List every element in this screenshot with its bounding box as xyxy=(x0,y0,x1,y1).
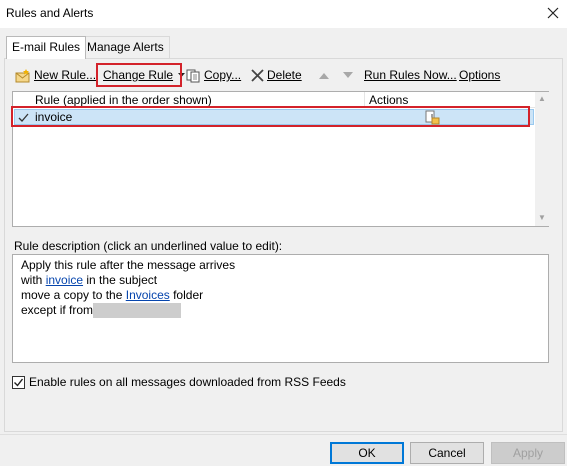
change-rule-highlight xyxy=(96,63,182,87)
column-header-actions[interactable]: Actions xyxy=(369,93,408,107)
rule-description-box: Apply this rule after the message arrive… xyxy=(12,254,549,363)
checkmark-icon xyxy=(14,378,24,387)
rule-row-highlight xyxy=(11,106,530,127)
delete-label: Delete xyxy=(267,68,302,82)
rss-rules-label: Enable rules on all messages downloaded … xyxy=(29,375,346,389)
rss-rules-option[interactable]: Enable rules on all messages downloaded … xyxy=(12,375,346,390)
options-label: Options xyxy=(459,68,501,82)
redacted-sender xyxy=(93,303,182,318)
subject-keyword-link[interactable]: invoice xyxy=(46,273,83,287)
tab-email-rules[interactable]: E-mail Rules xyxy=(6,36,87,59)
folder-link[interactable]: Invoices xyxy=(126,288,170,302)
description-text: with xyxy=(21,273,46,287)
description-line-2: with invoice in the subject xyxy=(21,273,548,288)
move-up-button[interactable] xyxy=(319,66,329,84)
rules-list-scrollbar[interactable]: ▲ ▼ xyxy=(535,92,549,226)
close-button[interactable] xyxy=(540,2,566,24)
description-text: except if from xyxy=(21,303,94,317)
delete-icon xyxy=(251,69,264,82)
ok-button[interactable]: OK xyxy=(330,442,404,464)
scroll-down-icon[interactable]: ▼ xyxy=(538,213,546,222)
title-bar: Rules and Alerts xyxy=(0,0,567,28)
description-text: move a copy to the xyxy=(21,288,126,302)
description-text: in the subject xyxy=(83,273,158,287)
description-text: folder xyxy=(169,288,204,302)
tab-manage-alerts[interactable]: Manage Alerts xyxy=(81,36,170,58)
cancel-button[interactable]: Cancel xyxy=(410,442,484,464)
rss-rules-checkbox[interactable] xyxy=(12,376,25,390)
copy-button[interactable]: Copy... xyxy=(186,66,241,84)
copy-label: Copy... xyxy=(204,68,242,82)
dialog-footer: OK Cancel Apply xyxy=(0,434,567,466)
run-rules-now-label: Run Rules Now... xyxy=(364,68,457,82)
rule-description-label: Rule description (click an underlined va… xyxy=(14,239,283,253)
column-header-rule[interactable]: Rule (applied in the order shown) xyxy=(35,93,212,107)
window-title: Rules and Alerts xyxy=(6,6,94,20)
move-down-icon xyxy=(343,72,353,78)
description-line-3: move a copy to the Invoices folder xyxy=(21,288,548,303)
new-rule-button[interactable]: New Rule... xyxy=(15,66,96,84)
options-button[interactable]: Options xyxy=(459,66,500,84)
description-line-4: except if from xyxy=(21,303,548,318)
delete-button[interactable]: Delete xyxy=(251,66,302,84)
close-icon xyxy=(547,7,559,19)
tab-label: Manage Alerts xyxy=(87,40,164,54)
apply-button[interactable]: Apply xyxy=(491,442,565,464)
new-rule-label: New Rule... xyxy=(34,68,97,82)
tab-label: E-mail Rules xyxy=(12,40,81,54)
scroll-up-icon[interactable]: ▲ xyxy=(538,94,546,103)
copy-icon xyxy=(186,69,200,83)
description-line-1: Apply this rule after the message arrive… xyxy=(21,258,236,272)
new-rule-icon xyxy=(15,68,30,83)
move-down-button[interactable] xyxy=(343,66,353,84)
move-up-icon xyxy=(319,73,329,79)
run-rules-now-button[interactable]: Run Rules Now... xyxy=(364,66,457,84)
